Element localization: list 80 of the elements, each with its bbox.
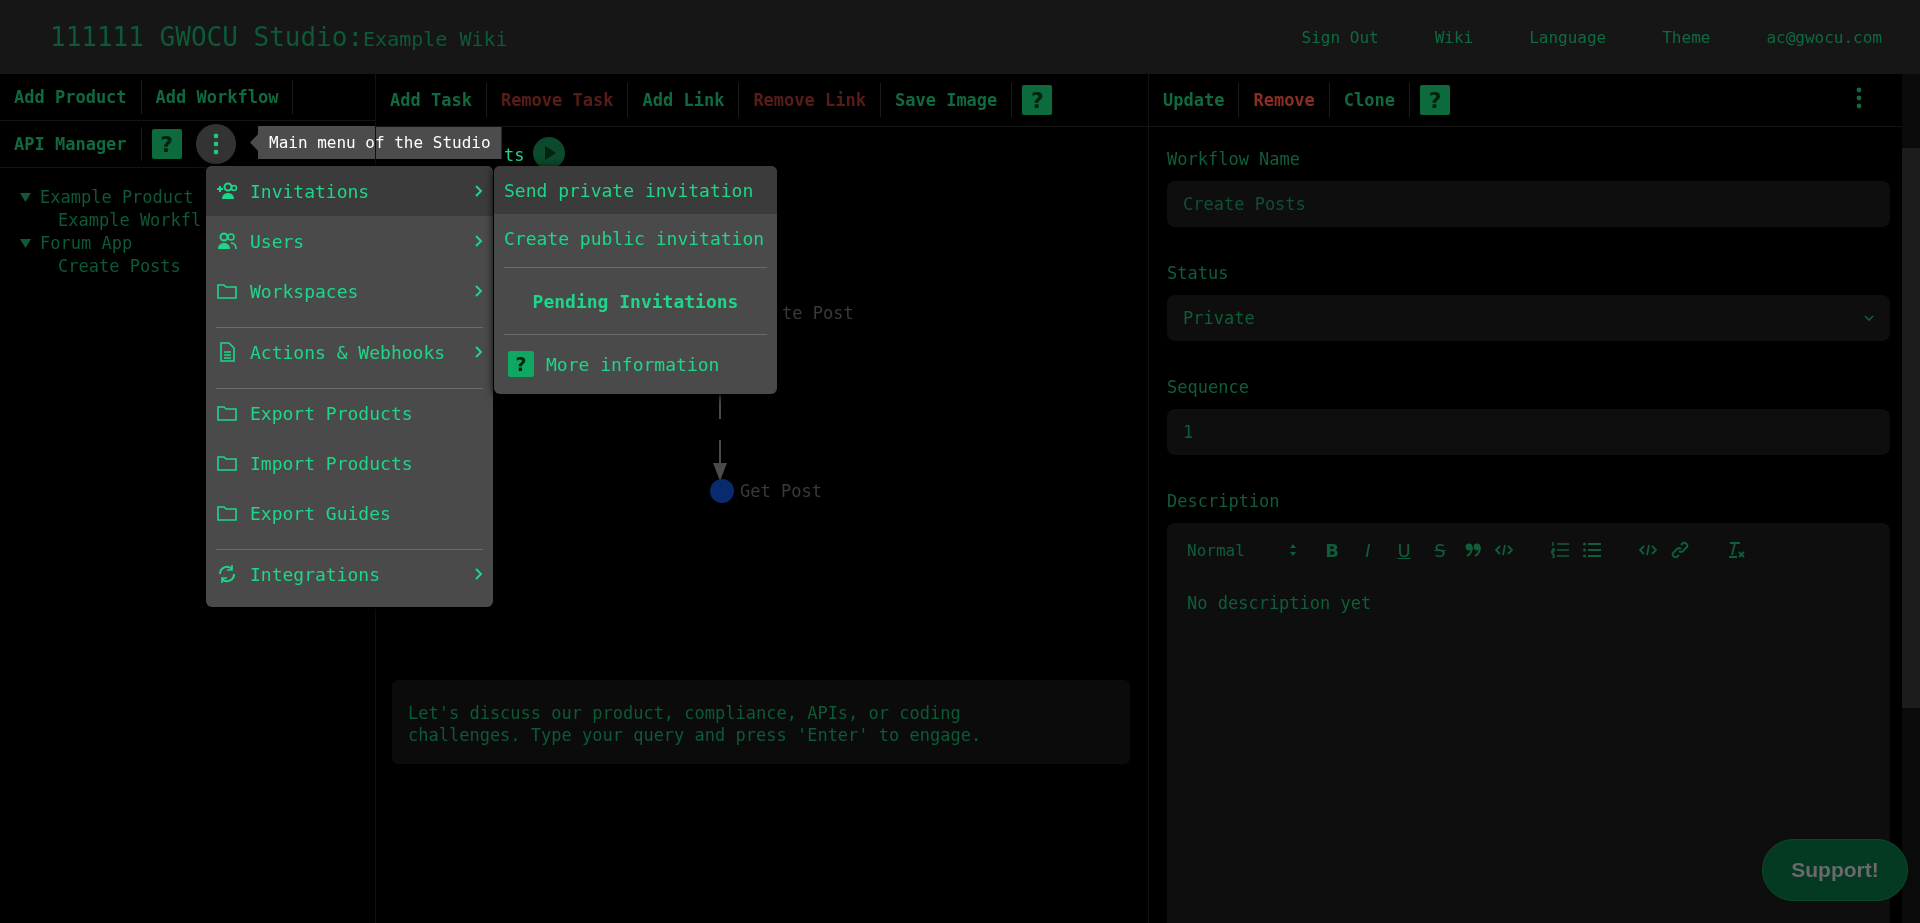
user-email[interactable]: ac@gwocu.com	[1766, 27, 1882, 47]
description-text: No description yet	[1187, 593, 1373, 613]
menu-item[interactable]: Workspaces	[206, 266, 493, 316]
status-select[interactable]: Private	[1167, 295, 1890, 341]
menu-item[interactable]: Import Products	[206, 438, 493, 488]
chevron-right-icon	[475, 285, 483, 297]
input-field[interactable]: Create Posts	[1167, 181, 1890, 227]
tree-item[interactable]: Forum App	[40, 232, 133, 255]
bullet-list-icon[interactable]	[1583, 542, 1601, 558]
toolbar-button[interactable]: Remove Link	[739, 83, 881, 117]
nav-link[interactable]: Language	[1529, 27, 1607, 47]
more-vertical-icon[interactable]	[212, 133, 219, 155]
help-button[interactable]: ?	[1420, 85, 1451, 115]
wiki-title: Example Wiki	[363, 27, 508, 51]
format-button[interactable]: I	[1357, 539, 1379, 561]
format-button[interactable]: U	[1393, 539, 1415, 561]
menu-item[interactable]: Users	[206, 216, 493, 266]
toolbar-button[interactable]: Add Link	[628, 83, 740, 117]
format-button[interactable]: B	[1321, 539, 1343, 561]
scrollbar-thumb[interactable]	[1902, 148, 1920, 708]
chat-input[interactable]: Let's discuss our product, compliance, APIs, or coding challenges. Type your query and press 'Enter' to engage.	[392, 680, 1130, 764]
quote-icon[interactable]	[1465, 543, 1481, 557]
more-vertical-icon[interactable]	[1856, 87, 1862, 109]
menu-item[interactable]: Pending Invitations	[494, 273, 777, 329]
format-select[interactable]: Normal	[1187, 540, 1297, 560]
main-menu-button[interactable]	[195, 124, 236, 164]
help-button[interactable]: ?	[151, 129, 182, 159]
folder-icon	[216, 504, 238, 522]
task-node[interactable]	[710, 479, 734, 503]
node-label: Get Post	[740, 481, 822, 501]
users-icon	[216, 232, 238, 250]
up-down-icon	[1289, 543, 1297, 557]
nav-link[interactable]: Wiki	[1434, 27, 1474, 47]
input-field[interactable]: 1	[1167, 409, 1890, 455]
expand-toggle-icon[interactable]	[20, 238, 31, 249]
nav-link[interactable]: Sign Out	[1301, 27, 1379, 47]
field-label: Sequence	[1167, 377, 1250, 397]
toolbar-button[interactable]: Clone	[1329, 83, 1411, 117]
chevron-down-icon	[1864, 314, 1874, 322]
node-label: te Post	[782, 303, 854, 323]
chevron-right-icon	[475, 346, 483, 358]
chevron-right-icon	[475, 235, 483, 247]
diagram-title: ts	[504, 145, 525, 165]
toolbar-button[interactable]: Remove Task	[486, 83, 629, 117]
field-label: Workflow Name	[1167, 149, 1302, 169]
ordered-list-icon[interactable]	[1551, 542, 1569, 558]
menu-link[interactable]: More information	[546, 353, 720, 375]
menu-item[interactable]: Create public invitation	[494, 214, 777, 262]
format-button[interactable]: S	[1429, 539, 1451, 561]
toolbar-button[interactable]: Update	[1149, 83, 1240, 117]
folder-icon	[216, 404, 238, 422]
nav-link[interactable]: Theme	[1662, 27, 1711, 47]
tree-item[interactable]: Example Product	[40, 186, 194, 209]
menu-item[interactable]: Export Guides	[206, 488, 493, 538]
folder-icon	[216, 454, 238, 472]
help-icon: ?	[508, 351, 534, 377]
toolbar-button[interactable]: Remove	[1239, 83, 1330, 117]
help-button[interactable]: ?	[1022, 85, 1053, 115]
link-icon[interactable]	[1671, 541, 1689, 559]
menu-item[interactable]: Send private invitation	[494, 166, 777, 214]
clear-format-icon[interactable]	[1727, 541, 1745, 559]
folder-icon	[216, 282, 238, 300]
field-label: Status	[1167, 263, 1230, 283]
toolbar-button[interactable]: Add Product	[0, 80, 142, 114]
code-block-icon[interactable]	[1639, 544, 1657, 556]
field-label: Description	[1167, 491, 1281, 511]
chevron-right-icon	[475, 568, 483, 580]
toolbar-button[interactable]: Add Task	[376, 83, 487, 117]
code-icon[interactable]	[1495, 544, 1513, 556]
chevron-right-icon	[475, 185, 483, 197]
menu-item[interactable]: Invitations	[206, 166, 493, 216]
toolbar-button[interactable]: Save Image	[880, 83, 1013, 117]
add-group-icon	[216, 182, 238, 200]
toolbar-button[interactable]: Add Workflow	[141, 80, 294, 114]
expand-toggle-icon[interactable]	[20, 192, 31, 203]
sync-icon	[216, 564, 238, 584]
toolbar-button[interactable]: API Manager	[0, 127, 142, 161]
app-title: 111111 GWOCU Studio:	[50, 22, 364, 52]
tooltip: Main menu of the Studio	[250, 126, 502, 159]
support-button[interactable]: Support!	[1762, 839, 1908, 901]
